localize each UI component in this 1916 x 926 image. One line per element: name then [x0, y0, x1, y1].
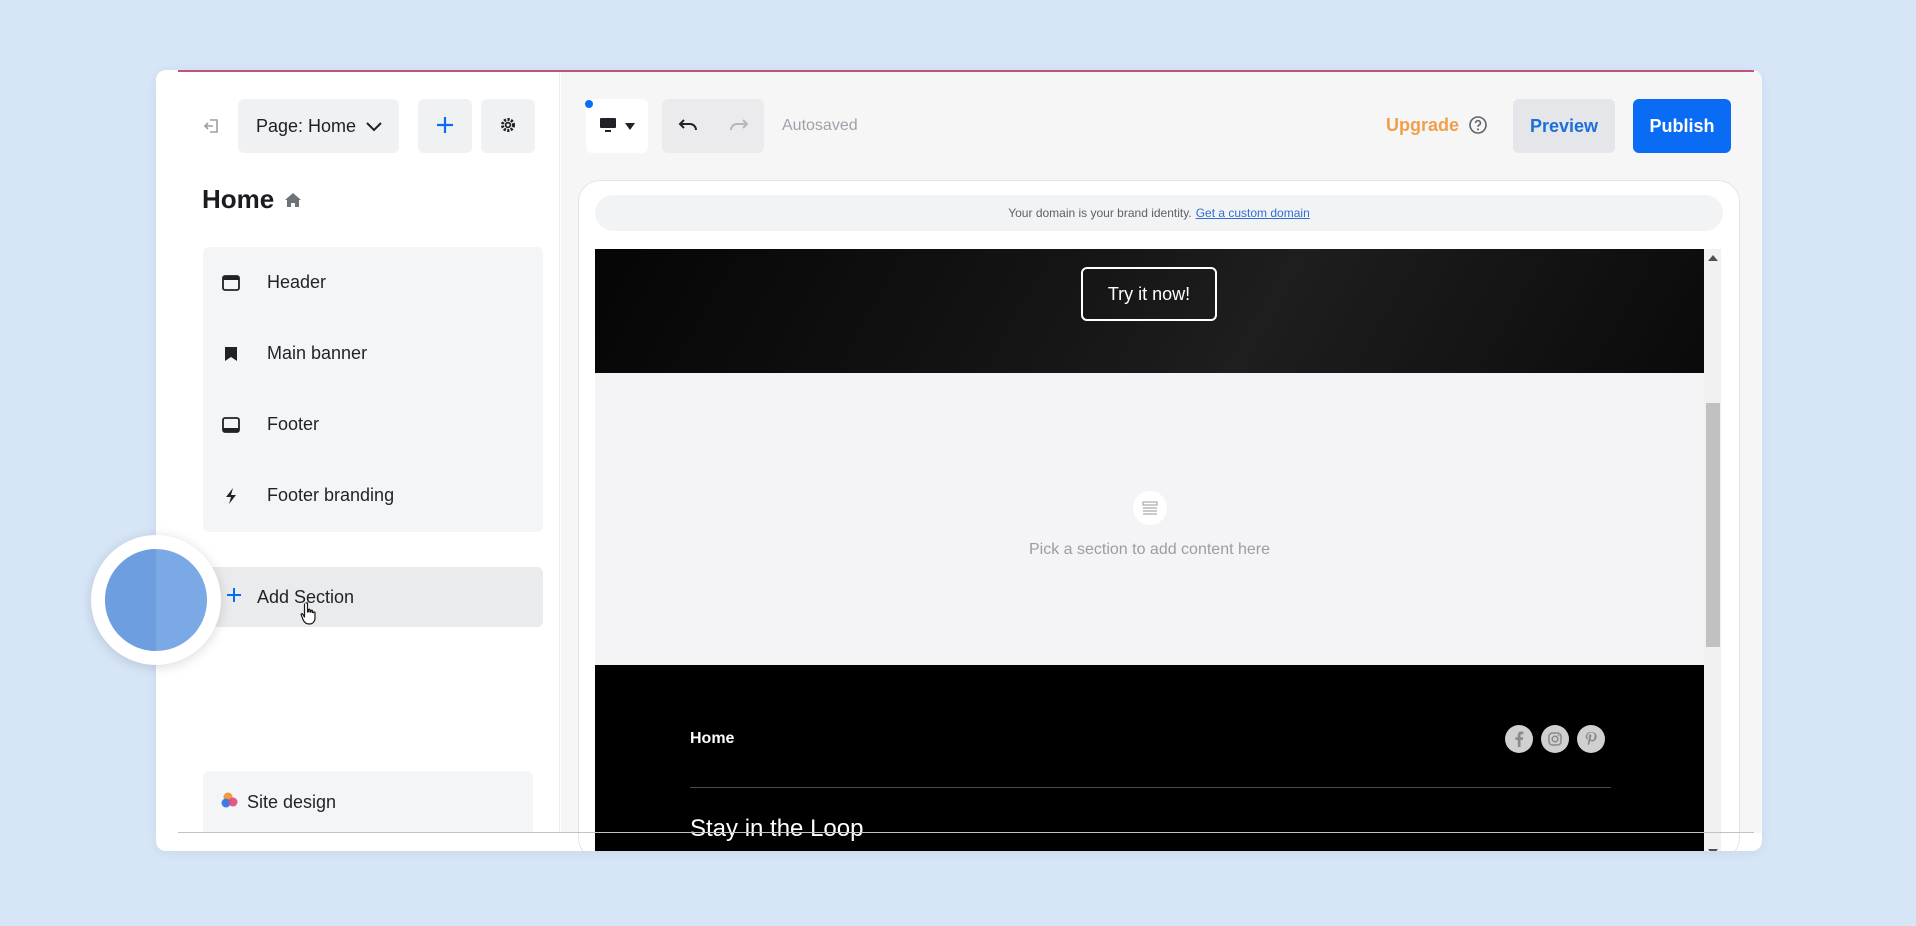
- domain-banner-text: Your domain is your brand identity.: [1008, 206, 1192, 220]
- header-icon: [221, 273, 241, 293]
- scrollbar-thumb[interactable]: [1706, 403, 1720, 647]
- page-title: Home: [202, 184, 302, 215]
- section-list: Header Main banner Footer Footer brandin…: [203, 247, 543, 532]
- upgrade-link[interactable]: Upgrade: [1386, 115, 1459, 136]
- footer-divider: [690, 787, 1611, 788]
- desktop-icon: [599, 117, 617, 136]
- section-item-footer-branding[interactable]: Footer branding: [203, 460, 543, 531]
- home-icon: [284, 184, 302, 215]
- section-item-label: Footer branding: [267, 485, 395, 505]
- hand-pointer-cursor-icon: [299, 601, 321, 627]
- add-page-button[interactable]: [418, 99, 472, 153]
- main-banner-section[interactable]: Try it now!: [595, 249, 1704, 373]
- domain-banner: Your domain is your brand identity. Get …: [595, 195, 1723, 231]
- section-item-header[interactable]: Header: [203, 247, 543, 318]
- bottom-divider: [178, 832, 1754, 833]
- page-title-text: Home: [202, 184, 275, 214]
- page-select[interactable]: Page: Home: [238, 99, 399, 153]
- social-links: [1505, 725, 1605, 753]
- autosave-status: Autosaved: [782, 117, 858, 134]
- caret-down-icon: [625, 119, 635, 134]
- preview-button[interactable]: Preview: [1513, 99, 1615, 153]
- custom-domain-link[interactable]: Get a custom domain: [1196, 206, 1310, 220]
- undo-icon: [678, 118, 698, 135]
- settings-button[interactable]: [481, 99, 535, 153]
- palette-icon: [221, 791, 239, 814]
- history-controls: [662, 99, 764, 153]
- section-item-main-banner[interactable]: Main banner: [203, 318, 543, 389]
- footer-heading: Stay in the Loop: [690, 815, 864, 842]
- section-item-label: Main banner: [267, 343, 368, 363]
- site-design-button[interactable]: Site design: [203, 771, 533, 833]
- pinterest-icon[interactable]: [1577, 725, 1605, 753]
- click-indicator-fill: [105, 549, 207, 651]
- add-section-button[interactable]: Add Section: [203, 567, 543, 627]
- site-design-label: Site design: [247, 791, 337, 812]
- plus-icon: [436, 116, 454, 137]
- publish-button[interactable]: Publish: [1633, 99, 1731, 153]
- footer-section[interactable]: Home Stay in the Loop: [595, 665, 1704, 851]
- footer-icon: [221, 415, 241, 435]
- empty-section-placeholder[interactable]: Pick a section to add content here: [595, 373, 1704, 665]
- plus-icon: [225, 586, 243, 609]
- instagram-icon[interactable]: [1541, 725, 1569, 753]
- preview-scrollbar[interactable]: [1704, 249, 1721, 851]
- section-item-footer[interactable]: Footer: [203, 389, 543, 460]
- site-canvas: Your domain is your brand identity. Get …: [578, 180, 1740, 851]
- editor-window: Page: Home Home Header Main banner Foote…: [156, 70, 1762, 851]
- notification-dot: [585, 100, 593, 108]
- page-select-label: Page: Home: [256, 115, 357, 136]
- section-item-label: Footer: [267, 414, 320, 434]
- facebook-icon[interactable]: [1505, 725, 1533, 753]
- chevron-down-icon: [366, 116, 382, 137]
- section-item-label: Header: [267, 272, 327, 292]
- redo-icon: [729, 118, 749, 135]
- sidebar: Page: Home Home Header Main banner Foote…: [156, 72, 560, 833]
- editor-main: Autosaved Upgrade Preview Publish Your d…: [561, 72, 1762, 851]
- site-preview: Try it now! Pick a section to add conten…: [595, 249, 1704, 851]
- bolt-icon: [221, 486, 241, 506]
- undo-button[interactable]: [662, 99, 713, 153]
- empty-section-text: Pick a section to add content here: [1028, 541, 1271, 558]
- exit-icon[interactable]: [202, 116, 222, 136]
- scroll-up-arrow-icon[interactable]: [1708, 255, 1718, 261]
- gear-icon: [499, 116, 517, 137]
- click-indicator: [91, 535, 221, 665]
- device-switcher[interactable]: [586, 99, 648, 153]
- footer-home-link[interactable]: Home: [690, 730, 734, 748]
- try-it-now-button[interactable]: Try it now!: [1081, 267, 1217, 321]
- help-icon[interactable]: [1468, 115, 1488, 135]
- redo-button[interactable]: [713, 99, 764, 153]
- scroll-down-arrow-icon[interactable]: [1708, 849, 1718, 851]
- bookmark-icon: [221, 344, 241, 364]
- section-placeholder-icon: [1133, 491, 1167, 525]
